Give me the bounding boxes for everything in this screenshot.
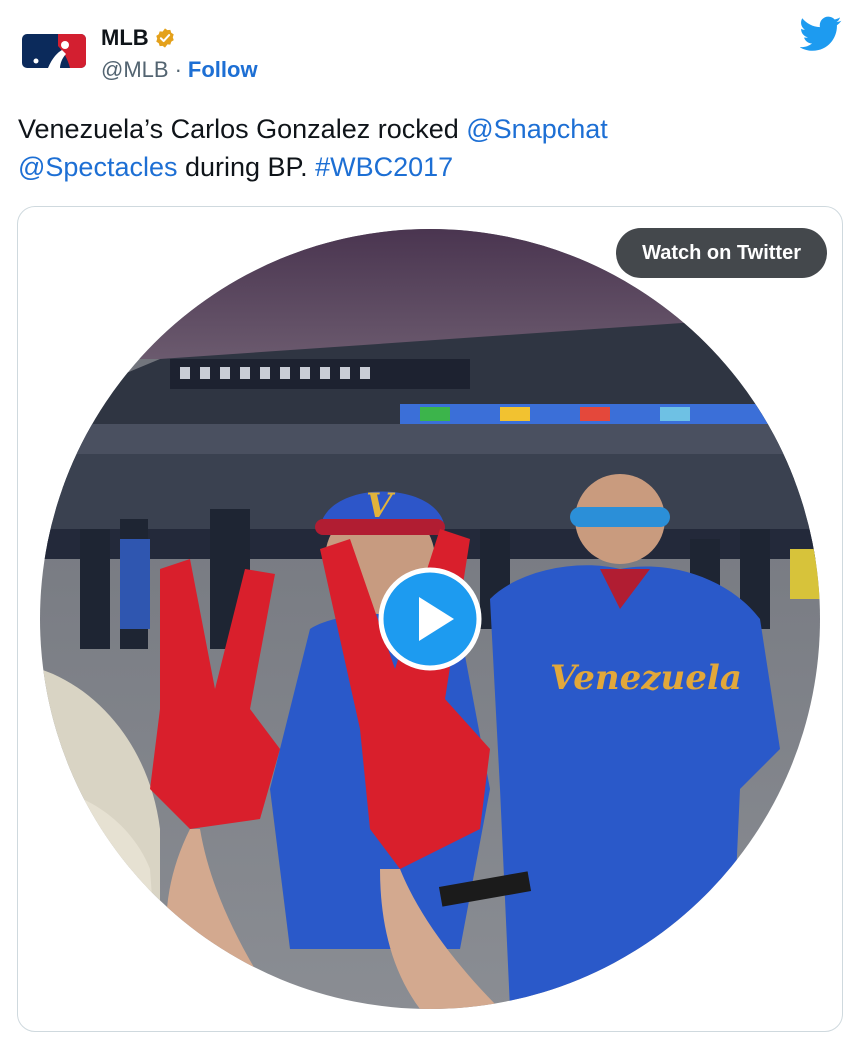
hashtag-link[interactable]: #WBC2017	[315, 152, 453, 182]
author-handle[interactable]: @MLB	[101, 56, 169, 84]
tweet-text-part: during BP.	[177, 152, 316, 182]
separator-dot: ·	[174, 57, 182, 82]
follow-button[interactable]: Follow	[188, 56, 258, 84]
tweet-text-part: Venezuela’s Carlos Gonzalez rocked	[18, 114, 467, 144]
twitter-bird-icon[interactable]	[800, 16, 842, 52]
play-icon[interactable]	[378, 567, 482, 671]
author-handle-row: @MLB · Follow	[101, 56, 258, 84]
media-card[interactable]: Venezuela V Watch on Twitter	[17, 206, 843, 1032]
mention-spectacles-link[interactable]: @Spectacles	[18, 152, 177, 182]
verified-badge-icon	[155, 28, 174, 48]
author-name[interactable]: MLB	[101, 24, 149, 52]
author-name-row: MLB	[101, 24, 176, 52]
watch-on-twitter-button[interactable]: Watch on Twitter	[616, 228, 827, 278]
cap-letter: V	[366, 486, 396, 526]
mention-snapchat-link[interactable]: @Snapchat	[466, 114, 608, 144]
tweet-text: Venezuela’s Carlos Gonzalez rocked @Snap…	[18, 110, 838, 186]
jersey-text: Venezuela	[550, 658, 742, 698]
tweet-header: MLB @MLB · Follow	[0, 0, 860, 100]
mlb-logo-icon[interactable]	[18, 24, 90, 80]
